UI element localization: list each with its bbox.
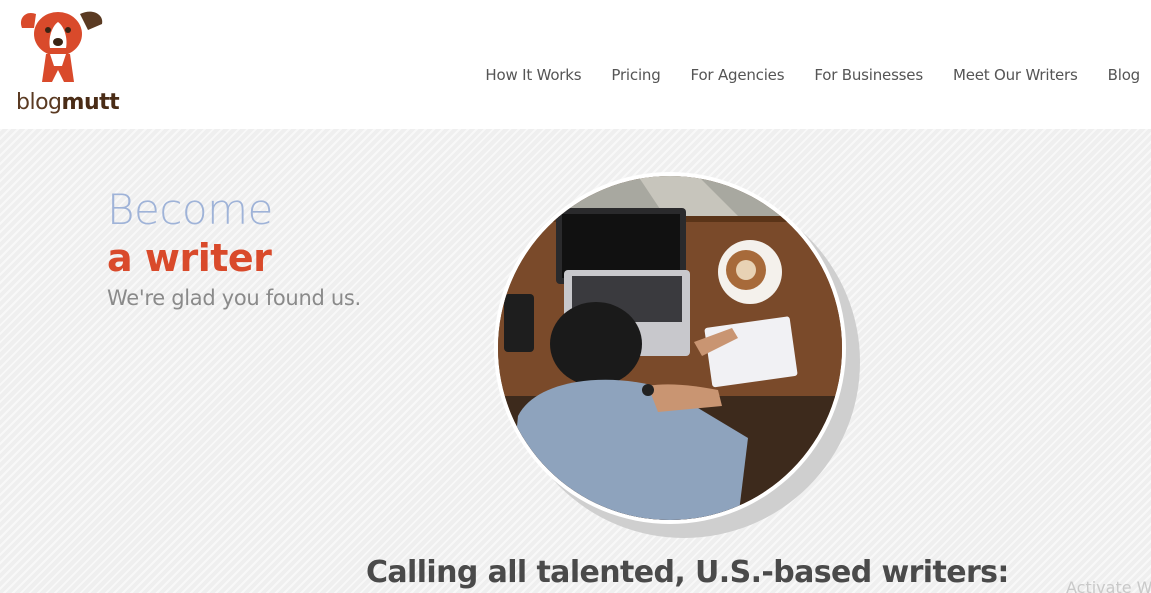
logo-text-light: blog [16,90,62,115]
hero-subtitle: We're glad you found us. [107,286,361,310]
logo-text-bold: mutt [61,90,120,115]
photo-frame [494,172,846,524]
logo-wordmark: blogmutt [16,90,120,115]
nav-pricing[interactable]: Pricing [611,66,660,84]
nav-for-businesses[interactable]: For Businesses [814,66,923,84]
activate-watermark: Activate W [1066,578,1151,593]
nav-meet-our-writers[interactable]: Meet Our Writers [953,66,1078,84]
nav-for-agencies[interactable]: For Agencies [691,66,785,84]
main-nav: How It Works Pricing For Agencies For Bu… [455,66,1140,84]
hero-title-light: Become [107,185,273,234]
writer-photo [498,176,842,520]
nav-blog[interactable]: Blog [1108,66,1141,84]
section-heading: Calling all talented, U.S.-based writers… [366,555,1009,590]
blogmutt-logo[interactable]: blogmutt [16,8,120,118]
writer-photo-icon [498,176,842,520]
site-header: blogmutt How It Works Pricing For Agenci… [0,0,1151,129]
dog-logo-icon [20,11,103,82]
nav-how-it-works[interactable]: How It Works [485,66,581,84]
hero-title-bold: a writer [107,236,272,280]
